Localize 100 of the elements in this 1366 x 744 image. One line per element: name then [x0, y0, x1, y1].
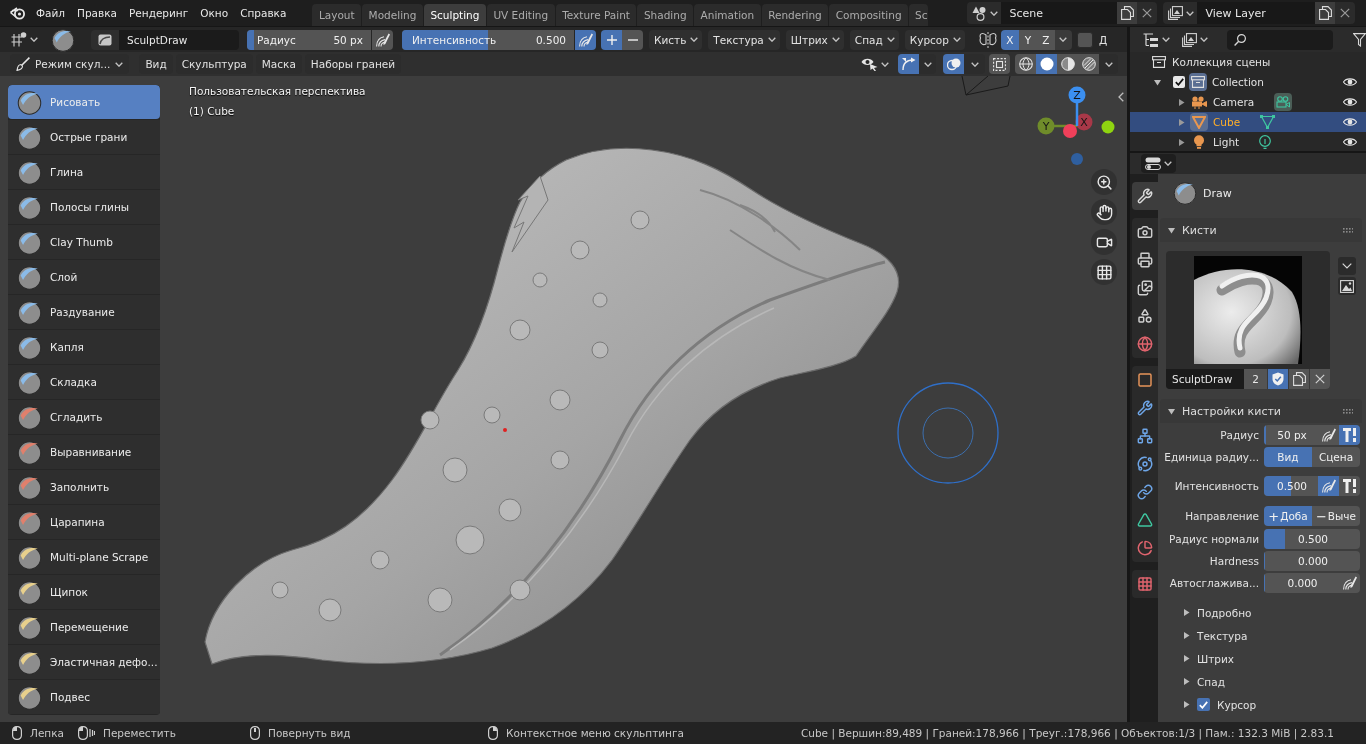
checkbox[interactable] [1173, 76, 1185, 88]
properties-tab[interactable] [1132, 366, 1158, 394]
tool-button[interactable]: Сгладить [8, 400, 160, 434]
tool-button[interactable]: Капля [8, 330, 160, 364]
axis-handle-icon[interactable] [1075, 113, 1093, 131]
new-view-layer-button[interactable] [1315, 2, 1336, 24]
workspace-tab[interactable]: UV Editing [486, 4, 555, 26]
menu-item[interactable]: Наборы граней [304, 54, 402, 74]
axis-toggle[interactable]: Y [1018, 29, 1037, 50]
tool-button[interactable]: Щипок [8, 575, 160, 609]
tool-button[interactable]: Раздувание [8, 295, 160, 329]
checkbox[interactable] [1076, 31, 1093, 48]
image-button[interactable] [1338, 277, 1356, 295]
tool-button[interactable]: Царапина [8, 505, 160, 539]
brush-name-field[interactable]: SculptDraw [1166, 369, 1244, 389]
overlay-toggle[interactable] [943, 54, 964, 74]
value-slider[interactable]: 0.500 [1264, 529, 1360, 549]
preview-menu-button[interactable] [1338, 257, 1356, 275]
tool-button[interactable]: Глина [8, 155, 160, 189]
zoom-button[interactable] [1091, 169, 1117, 195]
projection-button[interactable] [1091, 259, 1117, 285]
workspace-tab[interactable]: Texture Paint [555, 4, 637, 26]
shading-mode-button[interactable] [1015, 54, 1036, 74]
camera-view-button[interactable] [1091, 229, 1117, 255]
workspace-tab[interactable]: Animation [694, 4, 761, 26]
pressure-toggle[interactable] [1318, 476, 1339, 496]
properties-tab[interactable] [1132, 534, 1158, 562]
tool-button[interactable]: Выравнивание [8, 435, 160, 469]
tool-button[interactable]: Перемещение [8, 610, 160, 644]
strength-slider[interactable]: Интенсивность 0.500 [402, 29, 574, 50]
subpanel-header[interactable]: Курсор [1160, 693, 1362, 716]
option-toggle[interactable]: −Выче [1312, 506, 1360, 526]
option-toggle[interactable]: Вид [1264, 447, 1312, 467]
fake-user-toggle[interactable] [1267, 369, 1288, 389]
dropdown-menu[interactable]: Штрих [785, 29, 844, 50]
tool-button[interactable]: Заполнить [8, 470, 160, 504]
scene-name-field[interactable]: Scene [1001, 2, 1118, 24]
dropdown-menu[interactable]: Спад [849, 29, 899, 50]
dropdown-menu[interactable]: Кисть [649, 29, 703, 50]
unlink-button[interactable] [1309, 369, 1330, 389]
tool-button[interactable]: Полосы глины [8, 190, 160, 224]
eye-icon[interactable] [1343, 77, 1357, 87]
value-slider[interactable]: 0.000 [1264, 551, 1360, 571]
unified-toggle[interactable] [1339, 425, 1360, 445]
option-toggle[interactable]: Сцена [1312, 447, 1360, 467]
chevron-left-icon[interactable] [1118, 92, 1124, 102]
tool-button[interactable]: Острые грани [8, 120, 160, 154]
workspace-tab[interactable]: Sculpting [423, 4, 486, 26]
scene-browse-button[interactable] [967, 2, 1002, 24]
menu-item[interactable]: Справка [234, 3, 293, 23]
tool-button[interactable]: Слой [8, 260, 160, 294]
properties-tab[interactable] [1132, 182, 1158, 210]
eye-icon[interactable] [1343, 97, 1357, 107]
brush-name-field[interactable]: SculptDraw [119, 29, 239, 50]
brush-browse-button[interactable] [91, 29, 119, 50]
properties-tab[interactable] [1132, 570, 1158, 598]
subpanel-header[interactable]: Штрих [1160, 647, 1362, 670]
duplicate-button[interactable] [1288, 369, 1309, 389]
menu-item[interactable]: Рендеринг [123, 3, 195, 23]
pressure-toggle[interactable] [372, 29, 393, 50]
subpanel-header[interactable]: Подробно [1160, 601, 1362, 624]
menu-item[interactable]: Окно [194, 3, 235, 23]
shading-mode-button[interactable] [1078, 54, 1099, 74]
tool-button[interactable]: Подвес [8, 680, 160, 714]
tool-button[interactable]: Эластичная дефо... [8, 645, 160, 679]
value-slider[interactable]: 50 px [1264, 425, 1318, 445]
workspace-tab[interactable]: Layout [312, 4, 362, 26]
subpanel-header[interactable]: Спад [1160, 670, 1362, 693]
checkbox[interactable] [1197, 698, 1210, 711]
shading-mode-button[interactable] [1057, 54, 1078, 74]
menu-item[interactable]: Вид [139, 54, 173, 74]
axis-ball-icon[interactable] [1101, 120, 1115, 134]
tool-button[interactable]: Clay Thumb [8, 225, 160, 259]
menu-item[interactable]: Маска [255, 54, 302, 74]
filter-icon[interactable] [1353, 32, 1366, 47]
dropdown-menu[interactable]: Текстура [708, 29, 780, 50]
editor-type-button[interactable] [1141, 154, 1176, 173]
pressure-toggle[interactable] [575, 29, 596, 50]
new-scene-button[interactable] [1117, 2, 1138, 24]
workspace-tab[interactable]: Shading [637, 4, 694, 26]
panel-header[interactable]: Настройки кисти [1160, 399, 1362, 423]
xray-toggle[interactable] [989, 54, 1010, 74]
workspace-tab[interactable]: Modeling [362, 4, 423, 26]
view-layer-browse-button[interactable] [1163, 2, 1198, 24]
pan-button[interactable] [1091, 199, 1117, 225]
menu-item[interactable]: Правка [71, 3, 123, 23]
properties-tab[interactable] [1132, 218, 1158, 246]
add-mode-button[interactable] [601, 29, 622, 50]
value-slider[interactable]: 0.000 [1264, 573, 1339, 593]
outliner-row[interactable]: Cube [1130, 112, 1366, 132]
gizmo-toggle[interactable] [898, 54, 919, 74]
delete-view-layer-button[interactable] [1335, 2, 1356, 24]
menu-item[interactable]: Скульптура [175, 54, 253, 74]
pressure-toggle[interactable] [1339, 573, 1360, 593]
axis-toggle[interactable]: Z [1036, 29, 1055, 50]
axis-ball-icon[interactable] [1063, 124, 1077, 138]
search-field[interactable] [1227, 29, 1333, 50]
tool-button[interactable]: Складка [8, 365, 160, 399]
delete-scene-button[interactable] [1137, 2, 1158, 24]
subtract-mode-button[interactable] [622, 29, 643, 50]
